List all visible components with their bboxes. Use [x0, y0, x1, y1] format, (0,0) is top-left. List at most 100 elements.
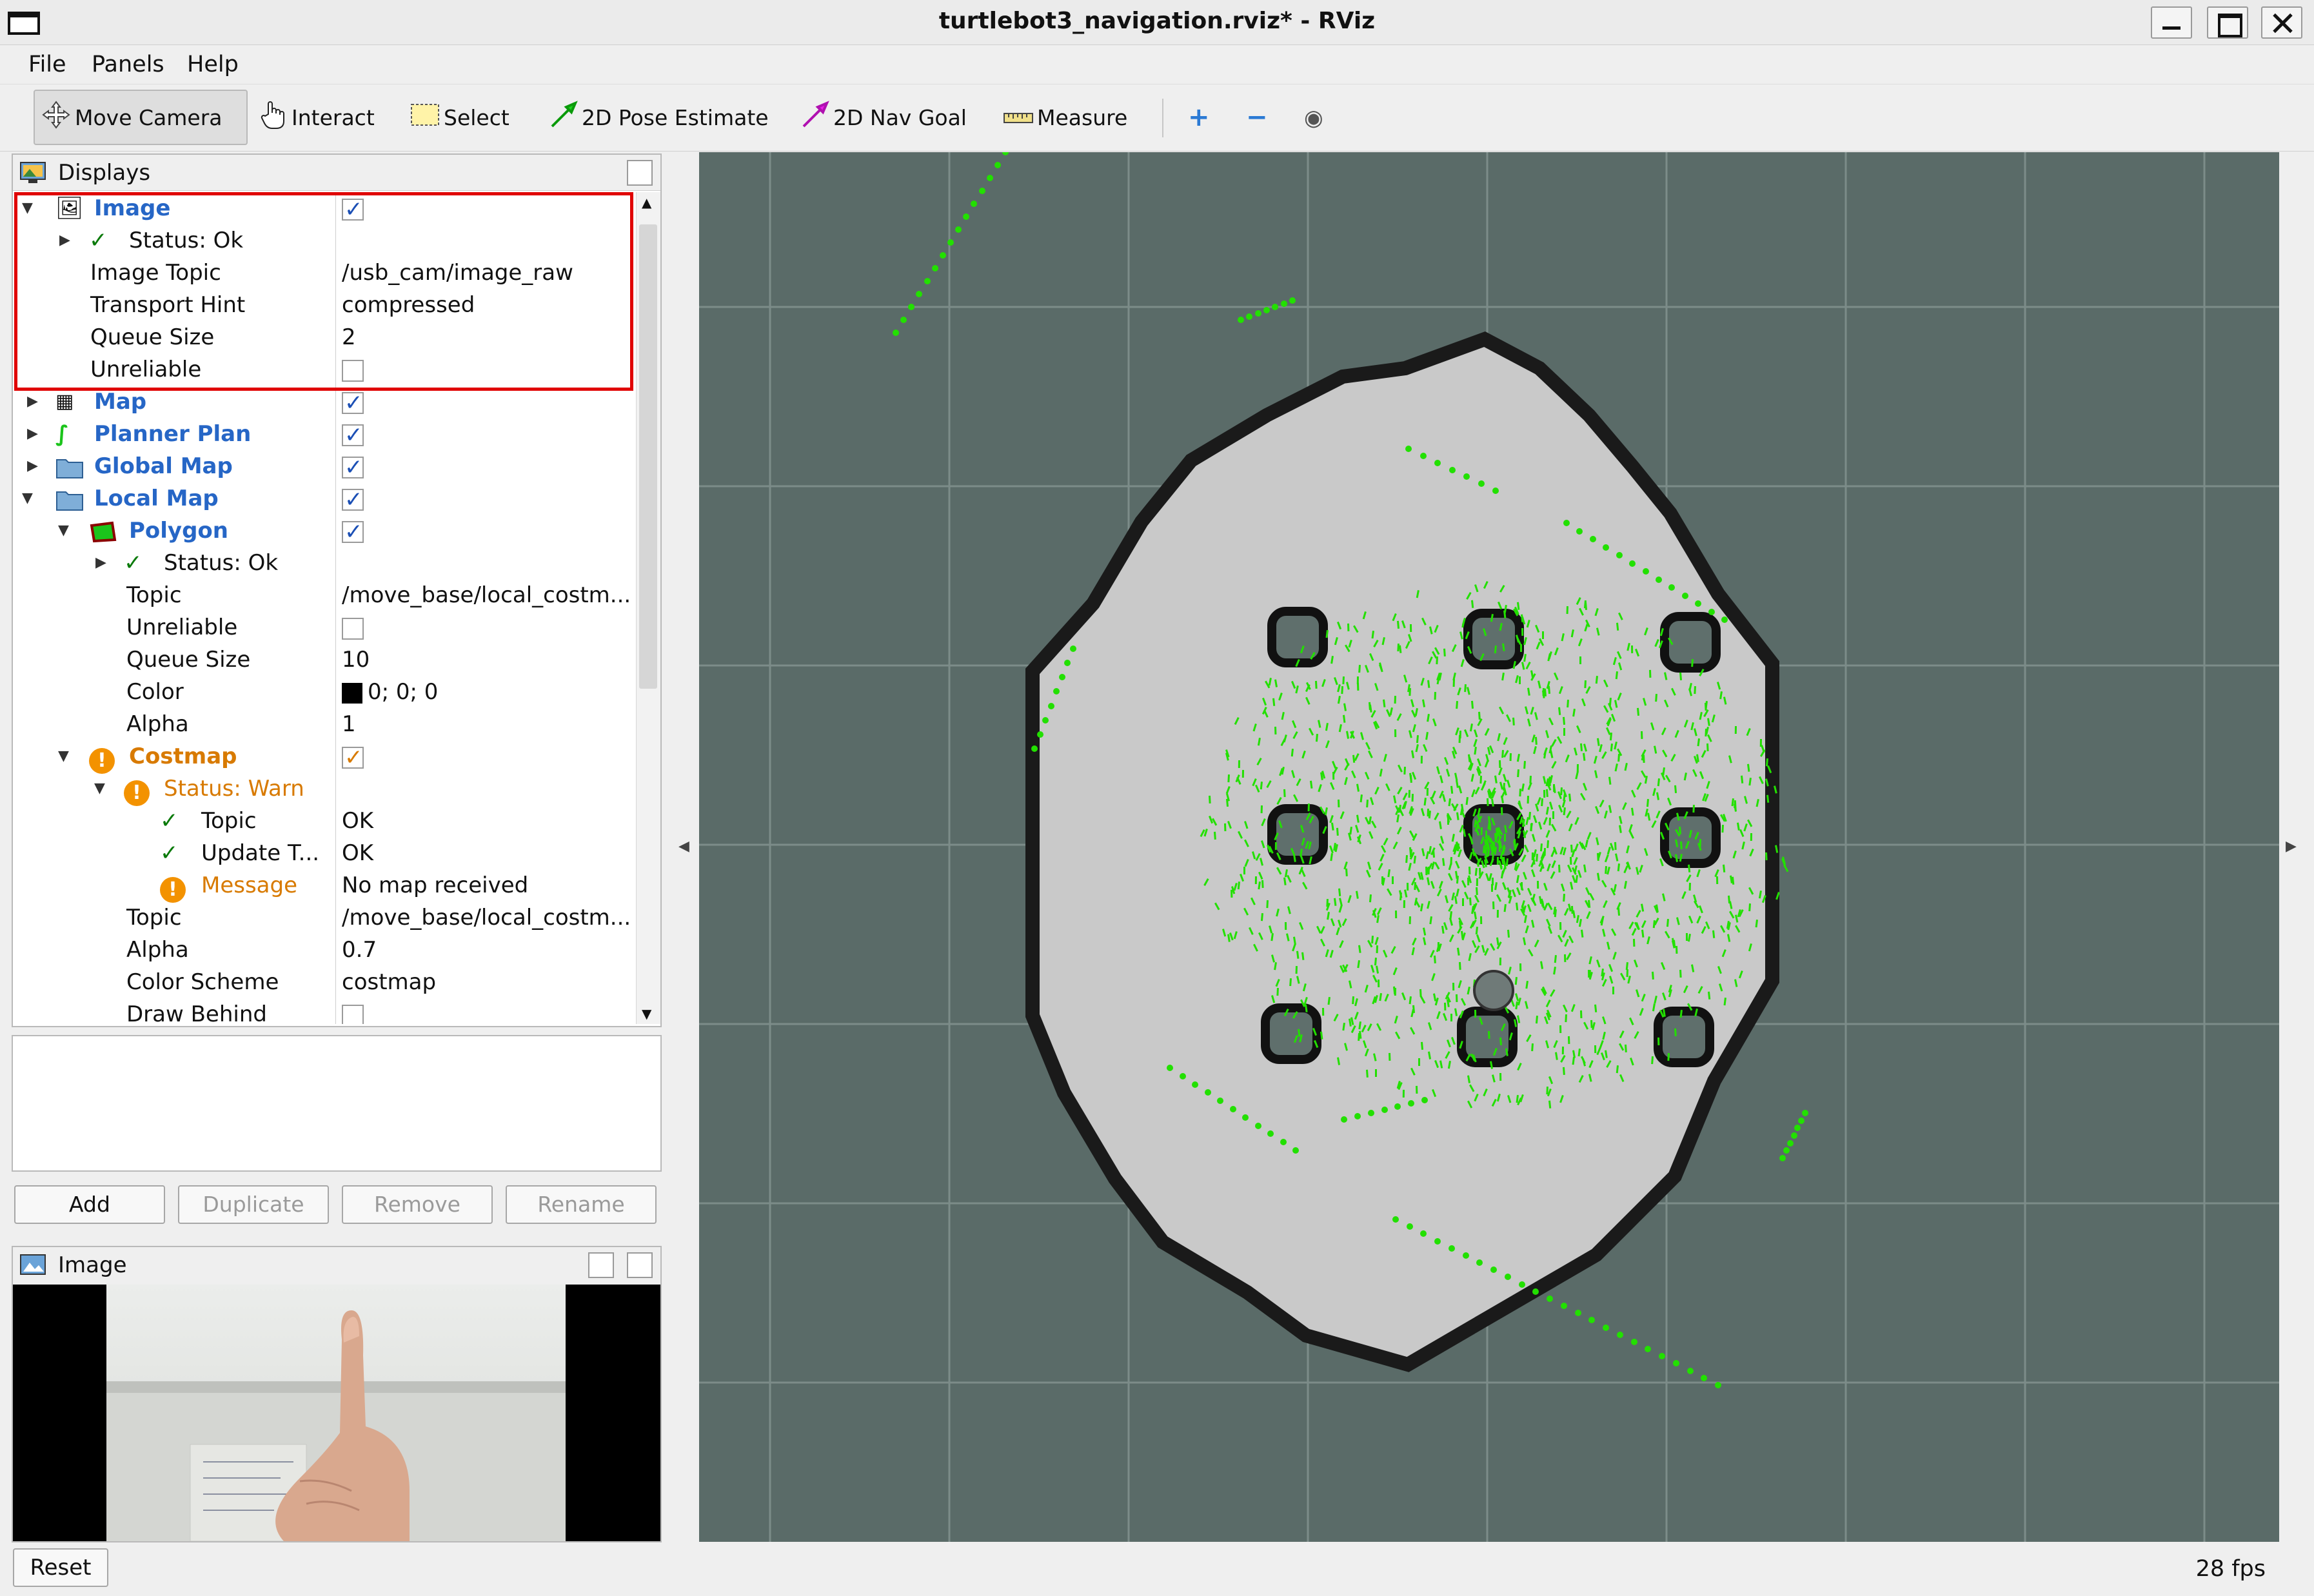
tree-row-polygon-queue[interactable]: Queue Size 10: [13, 644, 636, 676]
close-button[interactable]: [2261, 6, 2302, 39]
tree-row-costmap-topic-status[interactable]: ✓ Topic OK: [13, 805, 636, 837]
expand-arrow-icon[interactable]: ▶: [27, 386, 38, 418]
local-map-checkbox[interactable]: [342, 484, 364, 516]
tree-row-transport-hint[interactable]: Transport Hint compressed: [13, 289, 636, 321]
menu-help[interactable]: Help: [187, 52, 239, 77]
costmap-topic-value[interactable]: /move_base/local_costm...: [342, 901, 631, 934]
property-label: Topic: [126, 905, 182, 931]
tree-row-map[interactable]: ▶ ▦ Map: [13, 386, 636, 419]
transport-hint-value[interactable]: compressed: [342, 289, 475, 321]
tree-row-polygon[interactable]: ▼ Polygon: [13, 515, 636, 548]
tree-row-planner-plan[interactable]: ▶ ∫ Planner Plan: [13, 418, 636, 451]
tree-row-costmap-topic[interactable]: Topic /move_base/local_costm...: [13, 901, 636, 934]
image-enabled-checkbox[interactable]: [342, 193, 364, 226]
ok-check-icon: ✓: [160, 840, 179, 866]
expand-arrow-icon[interactable]: ▼: [58, 515, 69, 547]
add-button[interactable]: Add: [14, 1185, 165, 1224]
displays-title: Displays: [58, 160, 151, 186]
undock-button[interactable]: [627, 160, 653, 186]
particle: [1376, 945, 1378, 954]
duplicate-button[interactable]: Duplicate: [178, 1185, 329, 1224]
select-tool[interactable]: Select: [404, 90, 516, 145]
move-camera-tool[interactable]: Move Camera: [34, 90, 248, 145]
color-scheme-value[interactable]: costmap: [342, 966, 436, 998]
polygon-checkbox[interactable]: [342, 516, 364, 548]
tree-row-polygon-unreliable[interactable]: Unreliable: [13, 611, 636, 644]
particle: [1614, 842, 1617, 850]
displays-scrollbar[interactable]: ▲ ▼: [636, 192, 660, 1024]
fps-label: 28 fps: [2195, 1556, 2266, 1582]
close-panel-button[interactable]: [627, 1252, 653, 1278]
menu-panels[interactable]: Panels: [92, 52, 164, 77]
unreliable-checkbox[interactable]: [342, 360, 364, 382]
3d-viewport[interactable]: [699, 152, 2279, 1542]
tree-row-image-status[interactable]: ▶ ✓ Status: Ok: [13, 224, 636, 257]
draw-behind-checkbox[interactable]: [342, 1005, 364, 1024]
scan-point: [1617, 1332, 1623, 1338]
reset-button[interactable]: Reset: [13, 1548, 108, 1587]
minus-icon[interactable]: −: [1246, 103, 1268, 132]
global-map-checkbox[interactable]: [342, 451, 364, 484]
scan-point: [1037, 731, 1043, 738]
remove-button[interactable]: Remove: [342, 1185, 493, 1224]
map-enabled-checkbox[interactable]: [342, 387, 364, 419]
tree-row-queue-size[interactable]: Queue Size 2: [13, 321, 636, 353]
costmap-alpha-value[interactable]: 0.7: [342, 934, 377, 966]
plus-icon[interactable]: +: [1188, 103, 1210, 132]
particle: [1341, 686, 1343, 695]
toolbar-separator: [1162, 99, 1163, 137]
tree-row-unreliable[interactable]: Unreliable: [13, 353, 636, 386]
tree-row-costmap-update[interactable]: ✓ Update T... OK: [13, 837, 636, 869]
expand-arrow-icon[interactable]: ▼: [94, 773, 105, 805]
maximize-button[interactable]: [2207, 6, 2248, 39]
scrollbar-thumb[interactable]: [639, 224, 657, 689]
pillar: [1267, 804, 1328, 865]
expand-arrow-icon[interactable]: ▶: [95, 547, 106, 579]
collapse-left-icon[interactable]: ◀: [678, 838, 689, 854]
tree-row-global-map[interactable]: ▶ Global Map: [13, 450, 636, 484]
polygon-topic-value[interactable]: /move_base/local_costm...: [342, 579, 631, 611]
minimize-button[interactable]: [2151, 6, 2192, 39]
expand-arrow-icon[interactable]: ▶: [27, 418, 38, 450]
expand-arrow-icon[interactable]: ▶: [27, 450, 38, 482]
rename-button[interactable]: Rename: [506, 1185, 657, 1224]
costmap-checkbox[interactable]: [342, 742, 364, 774]
tree-row-local-map[interactable]: ▼ Local Map: [13, 482, 636, 516]
collapse-right-icon[interactable]: ▶: [2286, 838, 2297, 854]
scroll-down-icon[interactable]: ▼: [642, 1006, 651, 1021]
tree-row-image[interactable]: ▼ 🖼 Image: [13, 192, 636, 226]
image-topic-value[interactable]: /usb_cam/image_raw: [342, 257, 573, 289]
tree-row-costmap-status[interactable]: ▼ ! Status: Warn: [13, 773, 636, 806]
queue-size-value[interactable]: 2: [342, 321, 356, 353]
eye-icon[interactable]: ◉: [1304, 105, 1323, 131]
tree-row-image-topic[interactable]: Image Topic /usb_cam/image_raw: [13, 257, 636, 289]
polygon-unreliable-checkbox[interactable]: [342, 618, 364, 640]
map-view[interactable]: [699, 152, 2279, 1542]
expand-arrow-icon[interactable]: ▼: [22, 482, 33, 515]
tree-row-polygon-alpha[interactable]: Alpha 1: [13, 708, 636, 740]
expand-arrow-icon[interactable]: ▶: [59, 224, 70, 257]
scroll-up-icon[interactable]: ▲: [642, 195, 651, 210]
tree-row-polygon-topic[interactable]: Topic /move_base/local_costm...: [13, 579, 636, 611]
tree-row-costmap-alpha[interactable]: Alpha 0.7: [13, 934, 636, 966]
title-bar: turtlebot3_navigation.rviz* - RViz: [0, 0, 2314, 45]
polygon-alpha-value[interactable]: 1: [342, 708, 356, 740]
nav-goal-tool[interactable]: 2D Nav Goal: [795, 90, 973, 145]
tree-row-polygon-status[interactable]: ▶ ✓ Status: Ok: [13, 547, 636, 579]
measure-tool[interactable]: Measure: [997, 90, 1134, 145]
planner-plan-checkbox[interactable]: [342, 419, 364, 451]
menu-file[interactable]: File: [28, 52, 66, 77]
expand-arrow-icon[interactable]: ▼: [22, 192, 33, 224]
scan-point: [908, 304, 915, 310]
undock-button[interactable]: [588, 1252, 614, 1278]
interact-tool[interactable]: Interact: [253, 90, 381, 145]
tree-row-draw-behind[interactable]: Draw Behind: [13, 998, 636, 1024]
pose-estimate-tool[interactable]: 2D Pose Estimate: [543, 90, 775, 145]
polygon-queue-value[interactable]: 10: [342, 644, 370, 676]
tree-row-color-scheme[interactable]: Color Scheme costmap: [13, 966, 636, 998]
color-value[interactable]: 0; 0; 0: [342, 676, 438, 708]
expand-arrow-icon[interactable]: ▼: [58, 740, 69, 773]
tree-row-polygon-color[interactable]: Color 0; 0; 0: [13, 676, 636, 708]
tree-row-costmap-message[interactable]: ! Message No map received: [13, 869, 636, 903]
tree-row-costmap[interactable]: ▼ ! Costmap: [13, 740, 636, 774]
